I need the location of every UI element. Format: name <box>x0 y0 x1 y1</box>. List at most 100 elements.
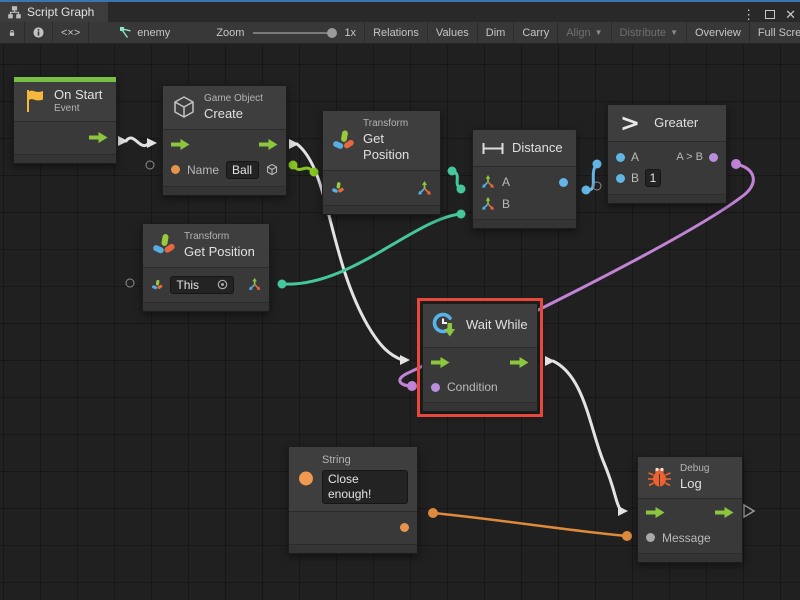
node-footer <box>423 403 537 411</box>
window-menu-icon[interactable]: ⋮ <box>742 8 755 21</box>
message-input-port[interactable] <box>646 533 655 542</box>
result-output-port[interactable] <box>709 153 718 162</box>
port-label: A <box>502 175 510 189</box>
unconnected-flow-triangle[interactable] <box>744 505 754 517</box>
wire-getposition-to-distance-b[interactable] <box>278 210 466 289</box>
output-label: A > B <box>676 151 703 163</box>
carry-button[interactable]: Carry <box>514 22 558 43</box>
window-maximize-icon[interactable] <box>765 10 775 19</box>
vector3-input-port[interactable] <box>481 175 495 189</box>
unconnected-ring <box>126 279 135 288</box>
graph-reference[interactable]: enemy <box>111 22 178 43</box>
distribute-button[interactable]: Distribute▼ <box>612 22 687 43</box>
zoom-slider[interactable] <box>253 32 335 34</box>
float-output-port[interactable] <box>559 178 568 187</box>
wire-string-to-message[interactable] <box>428 508 632 541</box>
node-get-position-this[interactable]: Transform Get Position This <box>142 223 270 312</box>
flow-input-port[interactable] <box>171 139 190 150</box>
b-input-port[interactable] <box>616 174 625 183</box>
full-screen-button[interactable]: Full Screen <box>750 22 800 43</box>
wire-getposition-to-distance-a[interactable] <box>448 167 466 194</box>
node-subtitle: Event <box>54 103 102 116</box>
port-label: B <box>631 171 639 185</box>
values-button[interactable]: Values <box>428 22 478 43</box>
unconnected-ring <box>146 161 155 170</box>
flow-input-port[interactable] <box>646 507 665 518</box>
node-title: On Start <box>54 87 102 103</box>
flow-output-port[interactable] <box>510 357 529 368</box>
node-footer <box>163 187 286 195</box>
node-string[interactable]: String Close enough! <box>288 446 418 554</box>
node-category: Game Object <box>204 93 263 106</box>
port-label: B <box>502 197 510 211</box>
node-distance[interactable]: Distance A <box>472 129 577 229</box>
node-title: Wait While <box>466 317 528 333</box>
bug-icon <box>647 465 672 489</box>
flow-input-port[interactable] <box>431 357 450 368</box>
object-picker-icon[interactable] <box>217 279 228 290</box>
relations-button[interactable]: Relations <box>364 22 428 43</box>
distance-icon <box>482 142 504 155</box>
node-title: String <box>322 454 408 468</box>
name-value-field[interactable]: Ball <box>226 161 259 179</box>
node-footer <box>289 545 417 553</box>
wire-onstart-to-create[interactable] <box>118 136 157 148</box>
string-input-port[interactable] <box>171 165 180 174</box>
node-category: Debug <box>680 463 709 476</box>
code-icon: <×> <box>61 27 80 39</box>
flow-output-port[interactable] <box>715 507 734 518</box>
a-input-port[interactable] <box>616 153 625 162</box>
string-value-field[interactable]: Close enough! <box>322 470 408 504</box>
node-footer <box>14 155 116 163</box>
b-value-field[interactable]: 1 <box>645 169 661 187</box>
dim-button[interactable]: Dim <box>478 22 515 43</box>
port-label: A <box>631 150 639 164</box>
overview-button[interactable]: Overview <box>687 22 750 43</box>
flow-output-port[interactable] <box>259 139 278 150</box>
tab-bar: Script Graph ⋮ ✕ <box>0 2 800 22</box>
lock-button[interactable] <box>0 22 25 43</box>
node-title: Log <box>680 476 709 492</box>
chevron-down-icon: ▼ <box>670 28 678 37</box>
node-get-position-ball[interactable]: Transform Get Position <box>322 110 441 215</box>
tab-script-graph[interactable]: Script Graph <box>0 2 108 22</box>
wire-create-to-getposition[interactable] <box>289 161 319 177</box>
node-create[interactable]: Game Object Create Name Ball <box>162 85 287 196</box>
flag-icon <box>22 88 46 114</box>
transform-input-port[interactable] <box>151 278 163 292</box>
node-greater[interactable]: > Greater A A > B B 1 <box>607 104 727 204</box>
info-icon <box>33 26 44 39</box>
code-view-button[interactable]: <×> <box>53 22 89 43</box>
graph-canvas[interactable]: On Start Event <box>0 45 800 600</box>
unconnected-ring <box>593 182 602 191</box>
vector3-output-port[interactable] <box>417 181 432 196</box>
graph-tab-icon <box>8 6 21 19</box>
cube-icon <box>172 95 196 119</box>
flow-output-port[interactable] <box>89 132 108 143</box>
node-wait-while[interactable]: Wait While Condition <box>422 303 538 412</box>
string-output-port[interactable] <box>400 523 409 532</box>
window-close-icon[interactable]: ✕ <box>785 8 796 21</box>
vector3-input-port[interactable] <box>481 197 495 211</box>
zoom-slider-handle[interactable] <box>327 28 337 38</box>
target-value-field[interactable]: This <box>170 276 233 294</box>
transform-input-port[interactable] <box>331 181 345 195</box>
node-debug-log[interactable]: Debug Log Message <box>637 456 743 563</box>
wire-waitwhile-to-log[interactable] <box>545 356 628 516</box>
port-label: Name <box>187 163 219 177</box>
node-title: Create <box>204 106 263 122</box>
condition-input-port[interactable] <box>431 383 440 392</box>
info-button[interactable] <box>25 22 53 43</box>
node-title: Get Position <box>184 244 255 260</box>
vector3-output-port[interactable] <box>248 277 261 292</box>
zoom-label: Zoom <box>216 27 244 39</box>
port-label: Condition <box>447 380 498 394</box>
node-category: Transform <box>184 231 255 244</box>
tab-title: Script Graph <box>27 5 94 19</box>
align-button[interactable]: Align▼ <box>558 22 611 43</box>
chevron-down-icon: ▼ <box>595 28 603 37</box>
node-on-start[interactable]: On Start Event <box>13 76 117 164</box>
node-title: Greater <box>654 115 698 131</box>
gameobject-output-port[interactable] <box>266 162 278 177</box>
node-title: Distance <box>512 140 563 156</box>
